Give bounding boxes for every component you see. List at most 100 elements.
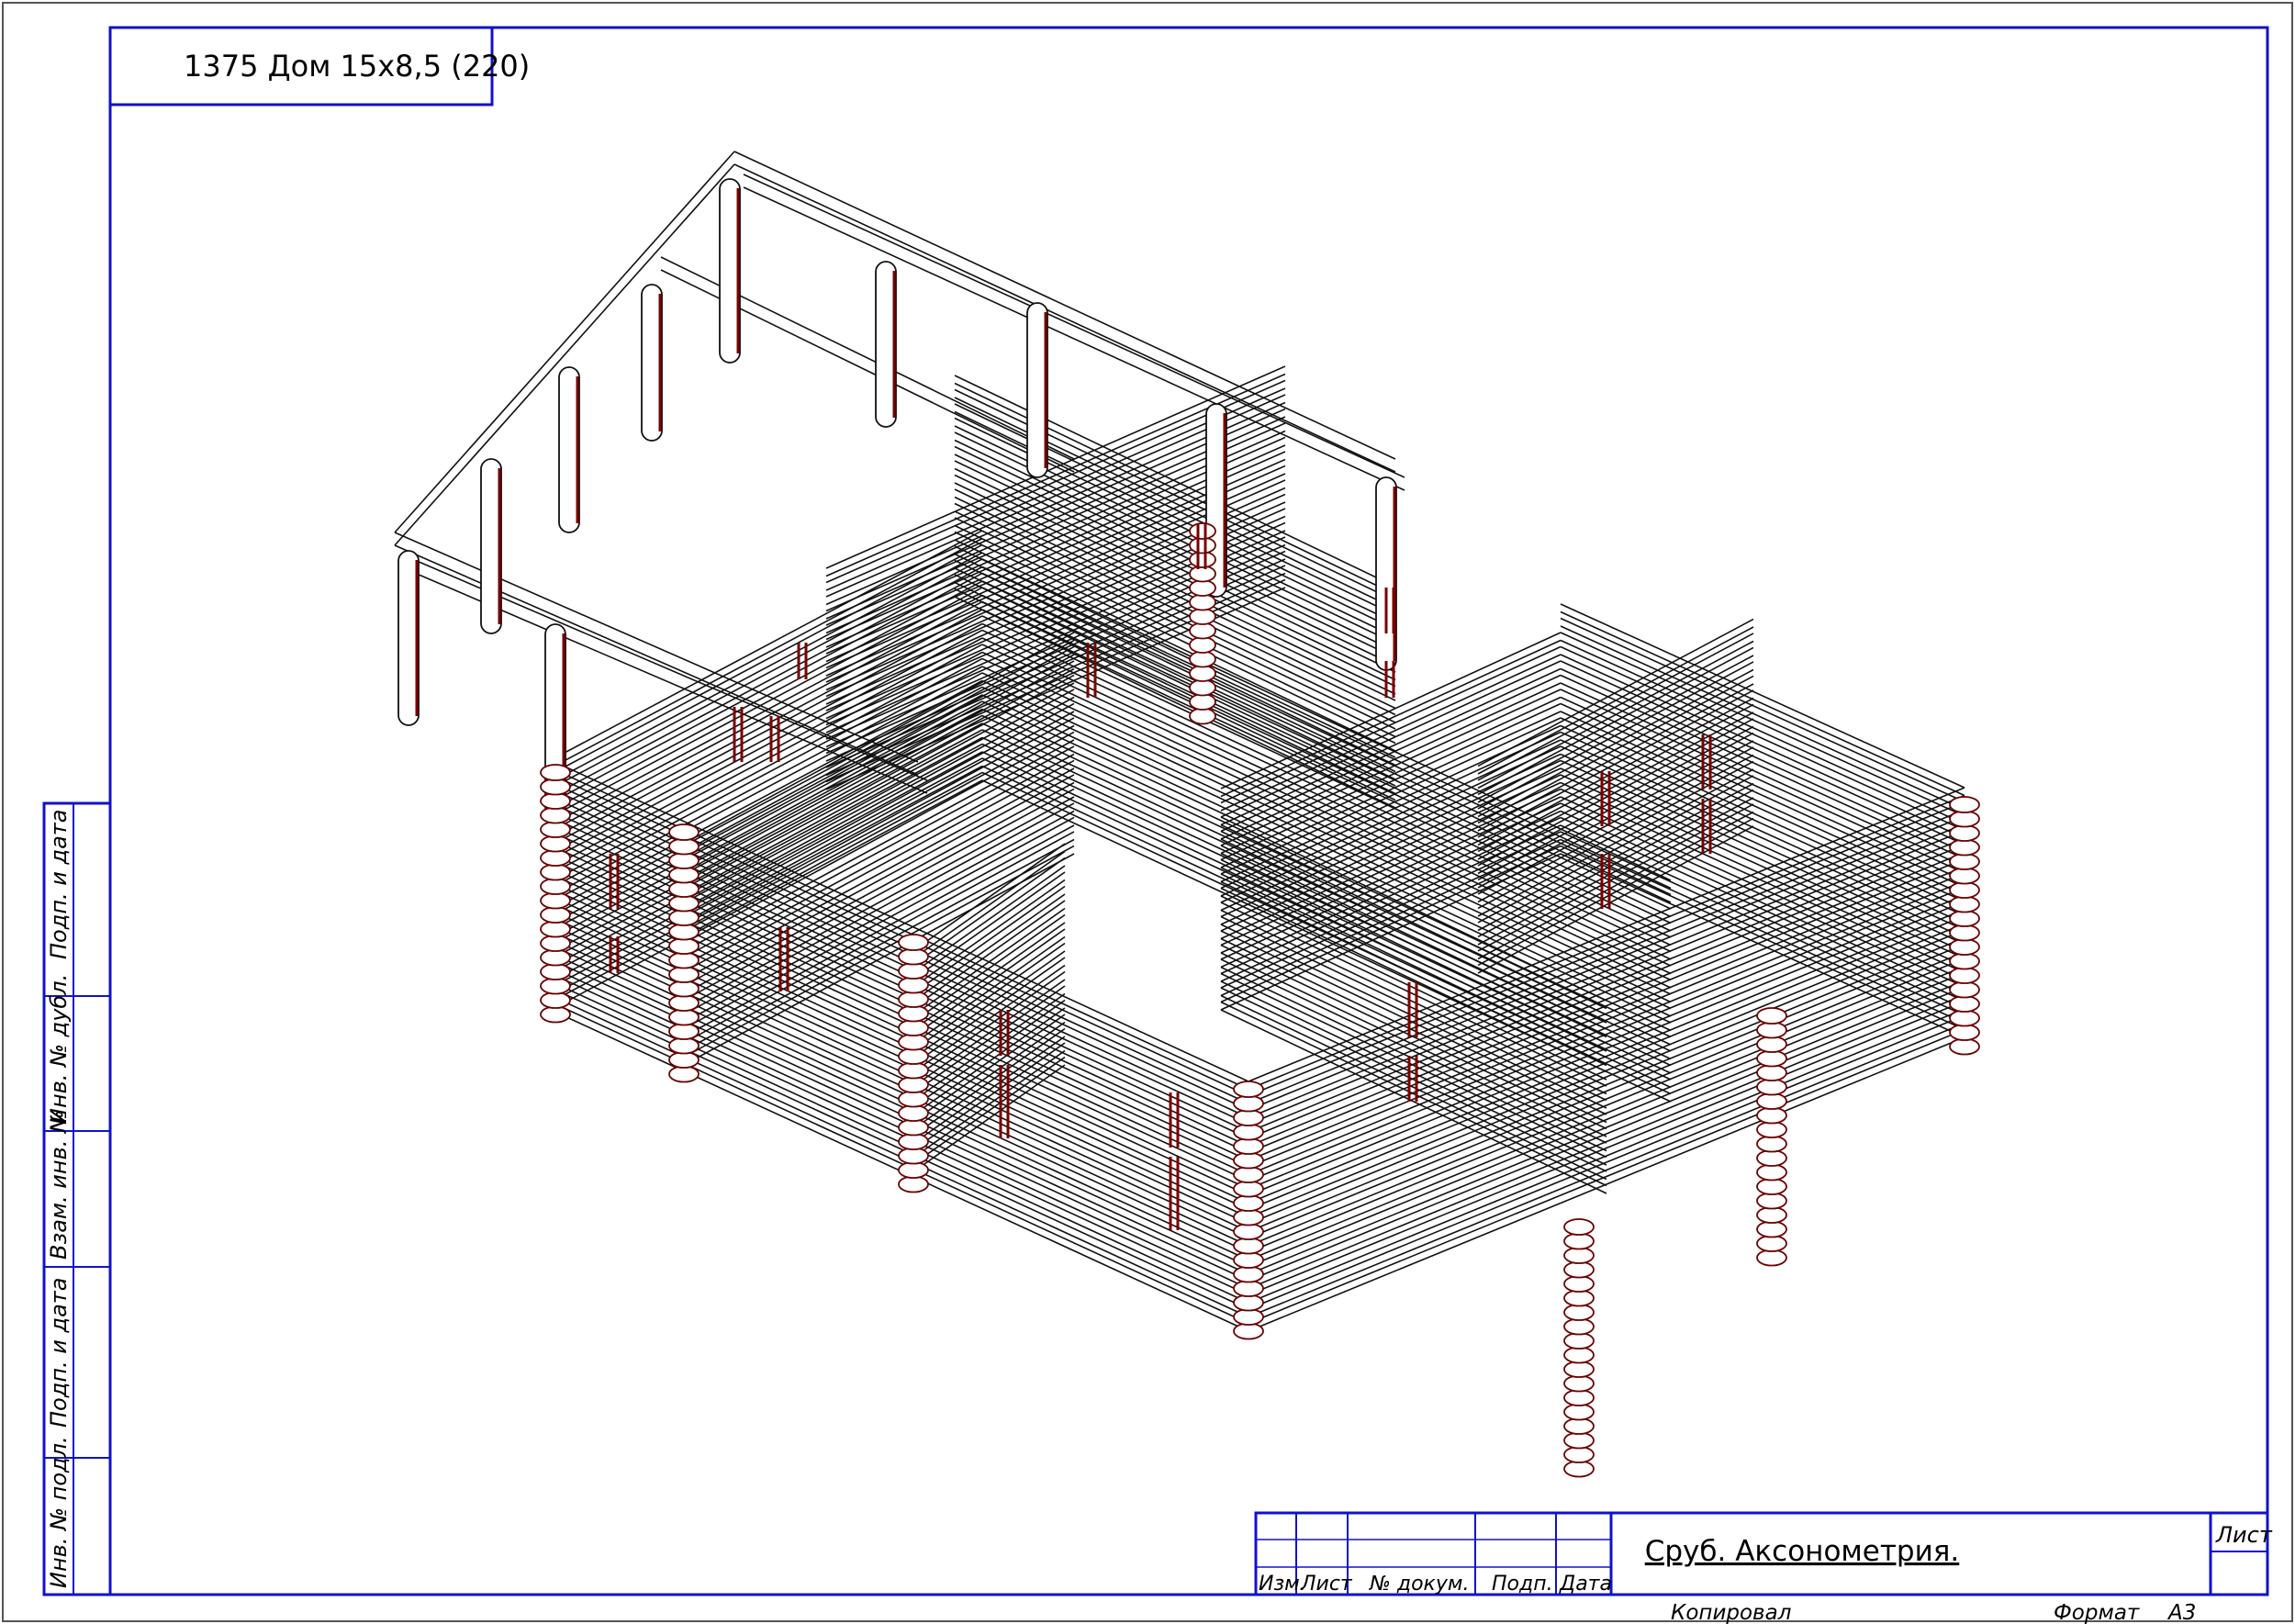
corner-ends [540, 849, 571, 867]
trim-border [2, 2, 2293, 1622]
corner-ends [1756, 1064, 1787, 1081]
corner-ends [1756, 1135, 1787, 1153]
corner-ends [1756, 1036, 1787, 1053]
corner-ends [1233, 1223, 1264, 1240]
corner-ends [540, 991, 571, 1009]
back-right-wall-log [1220, 788, 1562, 946]
corner-ends [1949, 1024, 1980, 1041]
corner-ends [898, 1019, 929, 1036]
corner-ends [898, 962, 929, 980]
front-wall-log [550, 915, 1249, 1239]
partition-4-log [1477, 803, 1754, 952]
right-front-wall-log [1248, 1008, 1965, 1304]
corner-ends [1563, 1260, 1595, 1279]
drawing-code: 1375 Дом 15х8,5 (220) [184, 49, 530, 84]
corner-ends [898, 1161, 929, 1179]
right-front-wall-log [1248, 965, 1965, 1261]
side-stamp-label-3: Взам. инв. № [46, 1110, 72, 1260]
corner-ends [1233, 1237, 1264, 1255]
corner-ends [540, 891, 571, 910]
front-wall-log [550, 773, 1249, 1097]
corner-ends [898, 1118, 929, 1137]
corner-ends [1949, 938, 1980, 956]
corner-ends [1756, 1092, 1787, 1110]
corner-ends [898, 1076, 929, 1093]
corner-ends [668, 1036, 700, 1055]
corner-ends [1756, 1192, 1787, 1210]
upper-room-wall-2-log [954, 460, 1396, 673]
corner-ends [668, 994, 700, 1012]
veranda-beam [743, 186, 1405, 491]
corner-ends [1233, 1180, 1264, 1198]
corner-ends [540, 977, 571, 995]
front-wall-log [550, 972, 1249, 1296]
front-wall-log [550, 930, 1249, 1253]
corner-ends [668, 1065, 700, 1083]
corner-ends [1949, 838, 1980, 857]
corner-ends [1189, 622, 1216, 640]
corner-ends [1949, 952, 1980, 970]
corner-ends [1756, 1235, 1787, 1252]
upper-room-wall-2-log [954, 431, 1396, 644]
right-front-wall-log [1248, 879, 1965, 1176]
right-front-wall-log [1248, 980, 1965, 1275]
corner-ends [898, 1090, 929, 1108]
corner-ends [668, 852, 700, 869]
copied-by-label: Копировал [1671, 1601, 1792, 1624]
corner-ends [540, 792, 571, 810]
corner-ends [1189, 522, 1216, 540]
corner-ends [1756, 1220, 1787, 1238]
right-front-wall-log [1248, 923, 1965, 1218]
corner-ends [540, 834, 571, 853]
front-wall-log [550, 1001, 1249, 1325]
corner-ends [898, 1147, 929, 1165]
corner-ends [1949, 980, 1980, 999]
upper-room-wall-2-log [954, 474, 1396, 688]
corner-ends [668, 837, 700, 856]
corner-ends [668, 894, 700, 913]
right-front-wall-log [1248, 1036, 1965, 1332]
corner-ends [668, 1051, 700, 1069]
partition-4-log [1477, 811, 1754, 960]
corner-ends [1563, 1460, 1595, 1478]
corner-ends [668, 951, 700, 969]
upper-room-wall-2-log [954, 388, 1396, 602]
front-wall-log [550, 845, 1249, 1168]
front-wall-log [550, 873, 1249, 1196]
front-wall-log [550, 958, 1249, 1282]
log-house-axonometry [394, 151, 1980, 1478]
corner-ends [1189, 536, 1216, 554]
front-wall-log [550, 987, 1249, 1310]
drawing-code-box: 1375 Дом 15х8,5 (220) [108, 26, 530, 106]
corner-ends [540, 863, 571, 881]
front-wall-log [550, 788, 1249, 1111]
corner-ends [540, 935, 571, 952]
corner-ends [668, 966, 700, 983]
upper-room-wall-2-log [954, 403, 1396, 616]
corner-ends [1563, 1446, 1595, 1463]
front-wall-log [550, 944, 1249, 1268]
upper-room-wall-2-log [954, 375, 1396, 588]
side-stamp-label-5: Инв. № подл. [46, 1436, 72, 1588]
corner-ends [1756, 1106, 1787, 1125]
corner-ends [668, 880, 700, 898]
corner-ends [898, 1104, 929, 1122]
veranda-beam [733, 163, 1396, 473]
col-doc: № докум. [1369, 1573, 1469, 1596]
corner-ends [1189, 608, 1216, 625]
side-stamp-label-1: Подп. и дата [46, 810, 72, 960]
corner-ends [1756, 1049, 1787, 1068]
corner-ends [1233, 1194, 1264, 1212]
corner-ends [1949, 796, 1980, 813]
left-end-wall-log [550, 552, 983, 783]
corner-ends [898, 1004, 929, 1023]
corner-ends [1949, 853, 1980, 870]
corner-ends [1756, 1206, 1787, 1224]
corner-ends [898, 976, 929, 994]
corner-ends [1563, 1346, 1595, 1364]
corner-ends [1756, 1249, 1787, 1267]
corner-ends [1563, 1403, 1595, 1421]
corner-ends [1189, 593, 1216, 611]
corner-ends [1189, 693, 1216, 711]
left-end-wall-log [550, 537, 983, 769]
